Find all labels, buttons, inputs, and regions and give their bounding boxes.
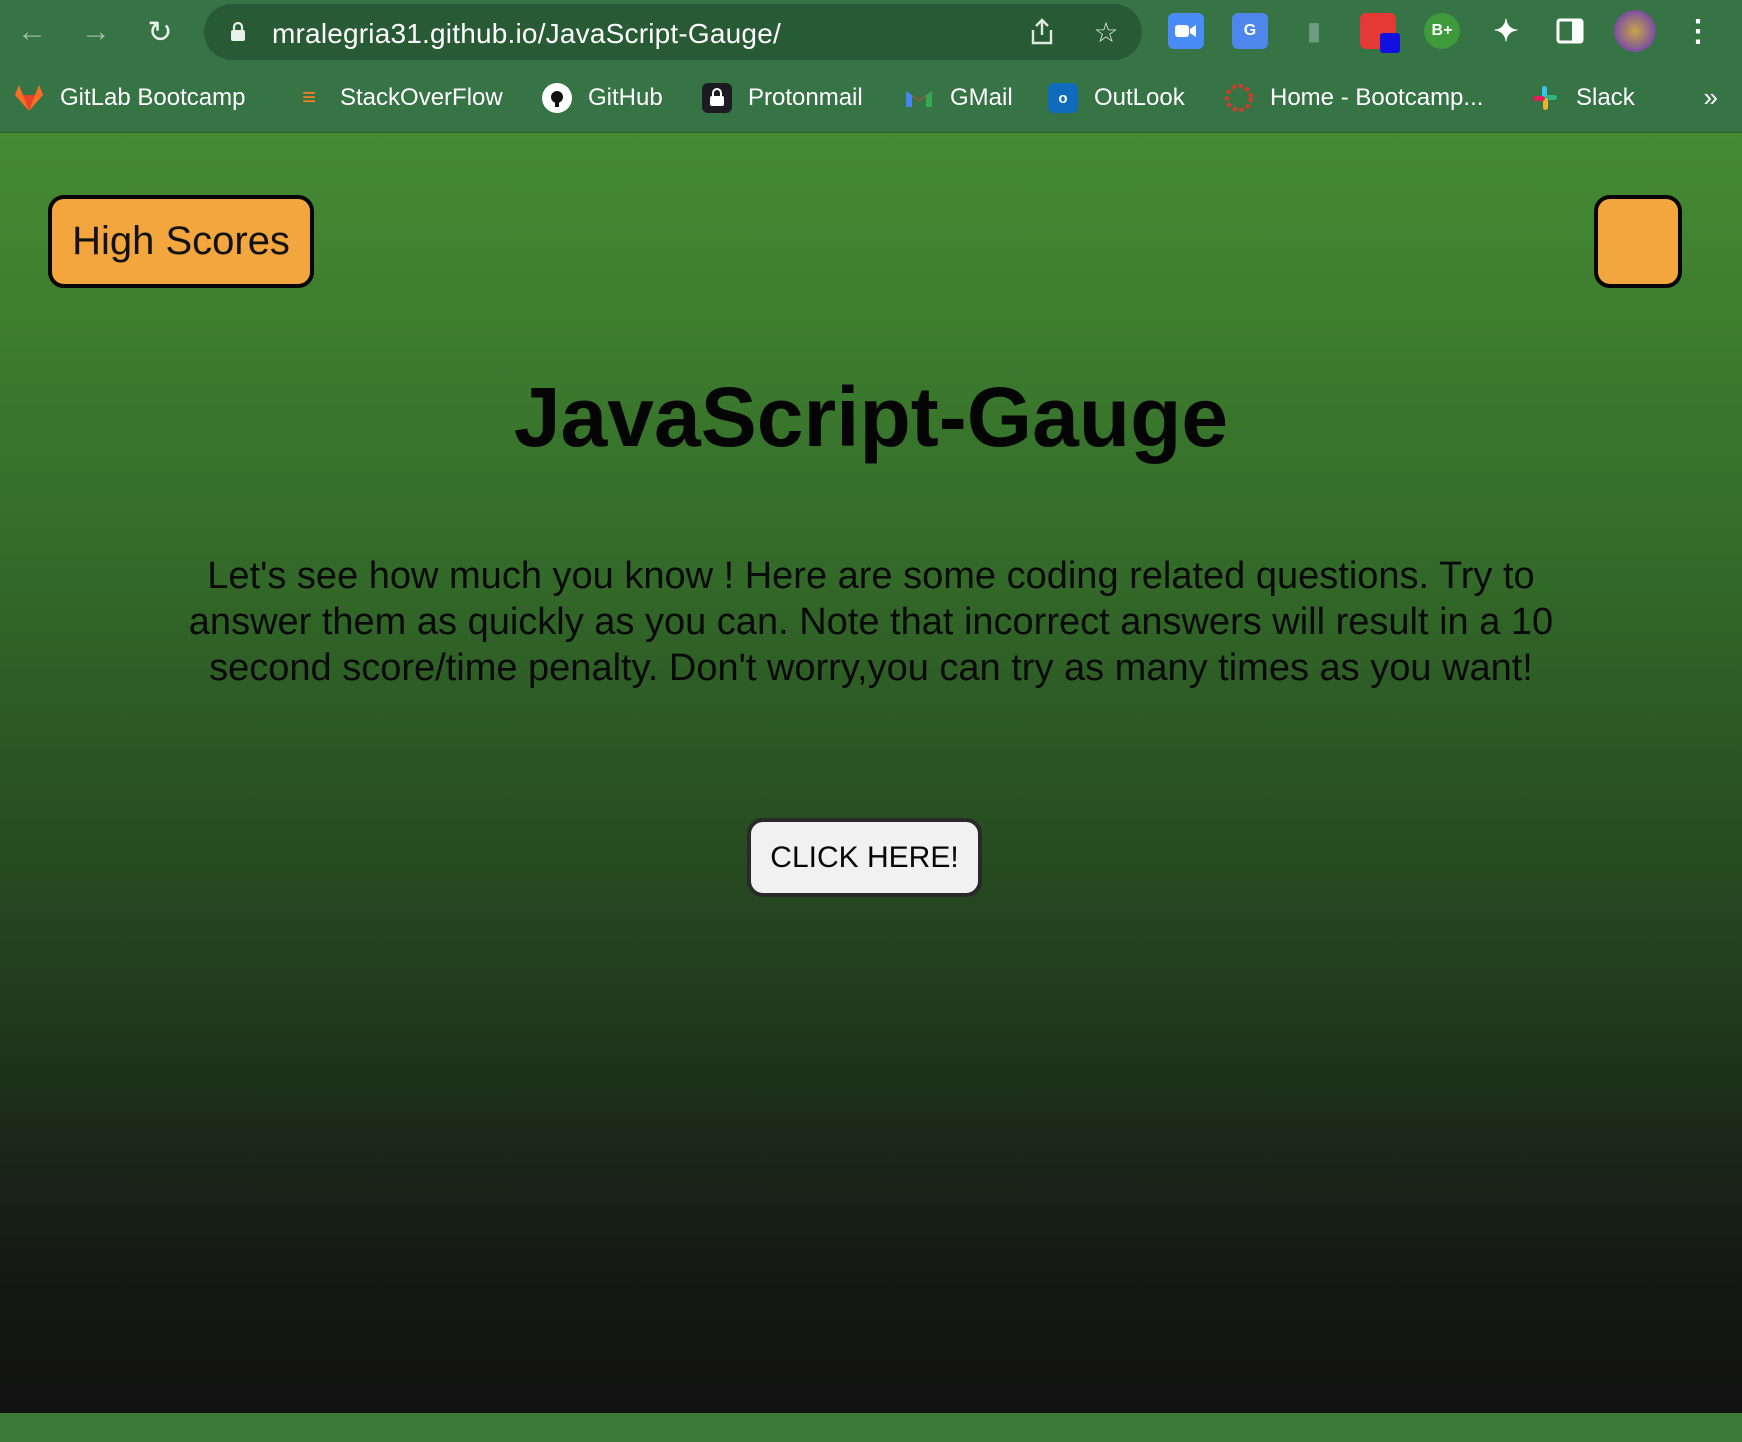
browser-chrome: ← → ↻ mralegria31.github.io/JavaScript-G… — [0, 0, 1742, 133]
bookmark-label: Slack — [1576, 84, 1635, 111]
slack-icon — [1530, 83, 1560, 113]
lock-icon — [231, 22, 245, 41]
bookmark-label: StackOverFlow — [340, 84, 503, 111]
bookmark-label: Protonmail — [748, 84, 863, 111]
bookmark-slack[interactable]: Slack — [1530, 80, 1635, 116]
stackoverflow-icon: ≡ — [301, 84, 316, 111]
bookmark-star-icon[interactable]: ☆ — [1090, 16, 1122, 48]
address-bar[interactable]: mralegria31.github.io/JavaScript-Gauge/ … — [204, 4, 1142, 60]
bookmarks-bar: GitLab Bootcamp ≡ StackOverFlow GitHub P… — [0, 70, 1742, 126]
bootcamp-icon — [1224, 83, 1254, 113]
url-text: mralegria31.github.io/JavaScript-Gauge/ — [272, 18, 781, 49]
outlook-icon: o — [1048, 83, 1078, 113]
zoom-extension-icon[interactable] — [1168, 13, 1204, 49]
page-title: JavaScript-Gauge — [513, 370, 1229, 464]
github-icon — [542, 83, 572, 113]
bookmark-label: GitLab Bootcamp — [60, 84, 246, 111]
gitlab-icon — [14, 83, 44, 113]
bookmark-label: Home - Bootcamp... — [1270, 84, 1484, 111]
more-bookmarks-icon[interactable]: » — [1704, 82, 1718, 113]
profile-avatar[interactable] — [1614, 10, 1656, 52]
quiz-page: High Scores JavaScript-Gauge Let's see h… — [0, 133, 1742, 1413]
high-scores-button[interactable]: High Scores — [48, 195, 314, 288]
gmail-icon — [904, 83, 934, 113]
back-icon[interactable]: ← — [12, 12, 52, 52]
puzzle-extensions-icon[interactable]: ✦ — [1488, 13, 1524, 49]
bookmark-label: GitHub — [588, 84, 663, 111]
red-extension-icon[interactable] — [1360, 13, 1400, 53]
bookmark-gitlab[interactable]: GitLab Bootcamp — [14, 80, 245, 116]
intro-text: Let's see how much you know ! Here are s… — [188, 555, 1554, 689]
bookmark-label: GMail — [950, 84, 1013, 111]
bookmark-gmail[interactable]: GMail — [904, 80, 1013, 116]
forward-icon[interactable]: → — [76, 12, 116, 52]
translate-extension-icon[interactable]: G — [1232, 13, 1268, 49]
bar-extension-icon[interactable]: ▮ — [1296, 13, 1332, 49]
bplus-extension-icon[interactable]: B+ — [1424, 13, 1460, 49]
bookmark-home-bootcamp[interactable]: Home - Bootcamp... — [1224, 80, 1483, 116]
timer-display — [1594, 195, 1682, 288]
menu-kebab-icon[interactable]: ⋮ — [1680, 13, 1716, 49]
bookmark-github[interactable]: GitHub — [542, 80, 663, 116]
browser-toolbar: ← → ↻ mralegria31.github.io/JavaScript-G… — [0, 0, 1742, 64]
reload-icon[interactable]: ↻ — [140, 12, 180, 52]
share-icon[interactable] — [1026, 16, 1058, 48]
side-panel-icon[interactable] — [1552, 13, 1588, 49]
start-quiz-button[interactable]: CLICK HERE! — [747, 818, 982, 897]
bookmark-outlook[interactable]: o OutLook — [1048, 80, 1185, 116]
protonmail-icon — [702, 83, 732, 113]
bookmark-stackoverflow[interactable]: ≡ StackOverFlow — [294, 80, 503, 116]
bookmark-protonmail[interactable]: Protonmail — [702, 80, 863, 116]
bottom-strip — [0, 1413, 1742, 1442]
bookmark-label: OutLook — [1094, 84, 1185, 111]
